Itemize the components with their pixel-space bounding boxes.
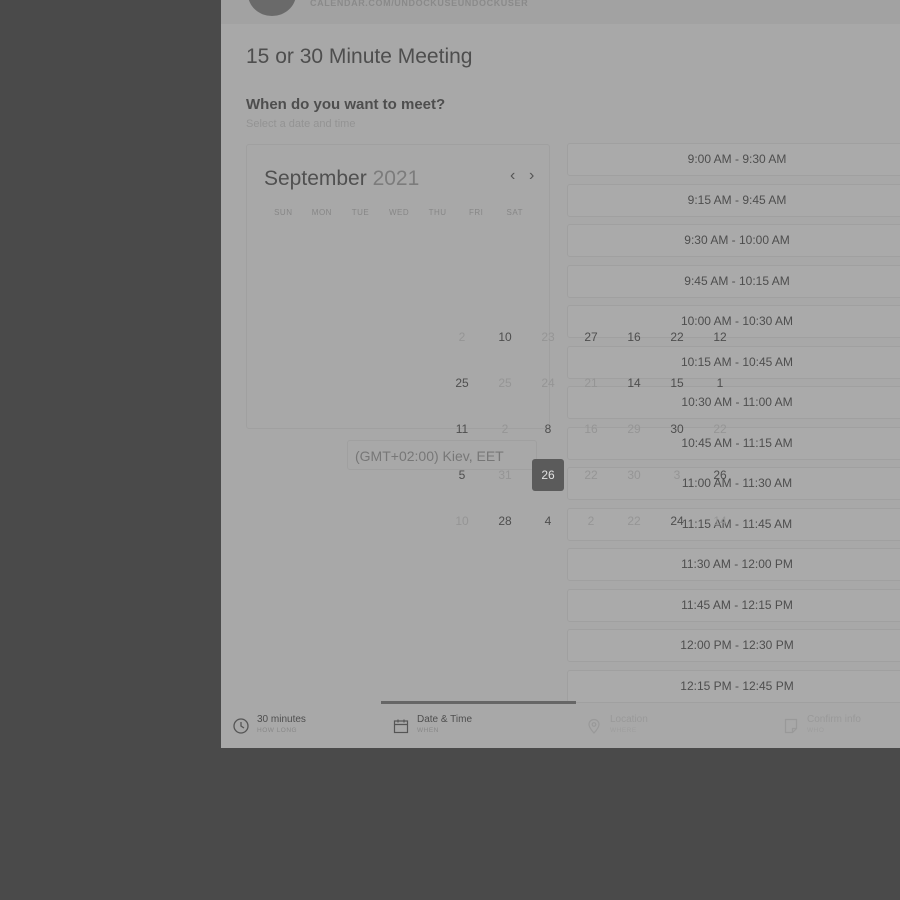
calendar-day[interactable]: 26: [532, 459, 564, 491]
calendar-url: CALENDAR.COM/UNDOCKUSEUNDOCKUSER: [310, 0, 529, 8]
clock-icon: [233, 718, 249, 734]
weekday-label: TUE: [351, 208, 370, 217]
step-location[interactable]: Location WHERE: [586, 714, 648, 734]
month-label: September 2021: [264, 167, 419, 191]
calendar-day[interactable]: 22: [618, 505, 650, 537]
section-subtitle: Select a date and time: [246, 118, 356, 130]
calendar-day[interactable]: 2: [446, 321, 478, 353]
weekday-label: SAT: [506, 208, 523, 217]
step-label: Confirm info: [807, 714, 861, 725]
calendar-icon: [393, 719, 409, 734]
step-confirm[interactable]: Confirm info WHO: [783, 714, 861, 734]
step-progress-bar: [381, 701, 576, 704]
calendar-day[interactable]: 22: [661, 321, 693, 353]
calendar-day[interactable]: 30: [618, 459, 650, 491]
calendar-day[interactable]: 10: [489, 321, 521, 353]
calendar-day[interactable]: 16: [618, 321, 650, 353]
calendar-day[interactable]: 23: [532, 321, 564, 353]
header-bar: CALENDAR.COM/UNDOCKUSEUNDOCKUSER: [221, 0, 900, 24]
weekday-label: THU: [428, 208, 447, 217]
time-slot-button[interactable]: 9:15 AM - 9:45 AM: [567, 183, 900, 217]
step-sublabel: HOW LONG: [257, 727, 298, 734]
weekday-header: SUN MON TUE WED THU FRI SAT: [264, 208, 534, 217]
calendar-day[interactable]: 31: [489, 459, 521, 491]
weekday-label: FRI: [468, 208, 484, 217]
calendar-day[interactable]: 8: [532, 413, 564, 445]
page-title: 15 or 30 Minute Meeting: [246, 45, 473, 68]
time-slot-button[interactable]: 12:00 PM - 12:30 PM: [567, 629, 900, 662]
calendar-day[interactable]: 21: [575, 367, 607, 399]
chevron-left-icon[interactable]: ‹: [510, 167, 515, 185]
time-slot-button[interactable]: 9:30 AM - 10:00 AM: [567, 224, 900, 257]
time-slot-button[interactable]: 9:00 AM - 9:30 AM: [567, 143, 900, 176]
calendar-day[interactable]: 10: [446, 505, 478, 537]
location-pin-icon: [588, 718, 600, 734]
time-slot-button[interactable]: 9:45 AM - 10:15 AM: [567, 264, 900, 298]
calendar-day[interactable]: 5: [446, 459, 478, 491]
step-sublabel: WHEN: [417, 727, 439, 734]
calendar-day[interactable]: 3: [661, 459, 693, 491]
year-label: 2021: [372, 167, 420, 190]
step-label: Date & Time: [417, 714, 473, 725]
calendar-day[interactable]: 30: [661, 413, 693, 445]
calendar-day[interactable]: 2: [575, 505, 607, 537]
calendar-day[interactable]: 25: [489, 367, 521, 399]
weekday-label: MON: [311, 208, 332, 217]
weekday-label: WED: [388, 208, 410, 217]
month-name: September: [264, 167, 367, 190]
step-label: 30 minutes: [257, 714, 306, 725]
time-slot-button[interactable]: 11:30 AM - 12:00 PM: [567, 548, 900, 581]
step-date-time[interactable]: Date & Time WHEN: [393, 714, 472, 734]
calendar-day[interactable]: 15: [661, 367, 693, 399]
calendar-day[interactable]: 22: [575, 459, 607, 491]
time-slot-button[interactable]: 12:15 PM - 12:45 PM: [567, 669, 900, 703]
section-title: When do you want to meet?: [246, 96, 446, 113]
chevron-right-icon[interactable]: ›: [529, 167, 534, 185]
step-sublabel: WHO: [807, 727, 825, 734]
calendar-day[interactable]: 29: [618, 413, 650, 445]
weekday-label: SUN: [274, 208, 293, 217]
calendar-day[interactable]: 24: [532, 367, 564, 399]
calendar-day[interactable]: 24: [661, 505, 693, 537]
calendar-day[interactable]: 11: [446, 413, 478, 445]
calendar-day[interactable]: 14: [618, 367, 650, 399]
document-icon: [784, 718, 798, 734]
calendar-day[interactable]: 4: [532, 505, 564, 537]
calendar-day[interactable]: 1: [704, 367, 736, 399]
step-duration[interactable]: 30 minutes HOW LONG: [233, 714, 306, 734]
time-slot-button[interactable]: 11:45 AM - 12:15 PM: [567, 588, 900, 622]
calendar-day[interactable]: 16: [575, 413, 607, 445]
calendar-day[interactable]: 12: [704, 321, 736, 353]
calendar-day[interactable]: 25: [446, 367, 478, 399]
step-label: Location: [610, 714, 648, 725]
step-sublabel: WHERE: [610, 727, 637, 734]
calendar-day[interactable]: 22: [704, 413, 736, 445]
avatar: [248, 0, 296, 16]
calendar-day[interactable]: 26: [704, 459, 736, 491]
calendar-day[interactable]: 27: [575, 321, 607, 353]
calendar-day[interactable]: 14: [704, 505, 736, 537]
step-footer: 30 minutes HOW LONG Date & Time WHEN Locat…: [221, 706, 900, 748]
calendar-day[interactable]: 28: [489, 505, 521, 537]
calendar-day[interactable]: 2: [489, 413, 521, 445]
